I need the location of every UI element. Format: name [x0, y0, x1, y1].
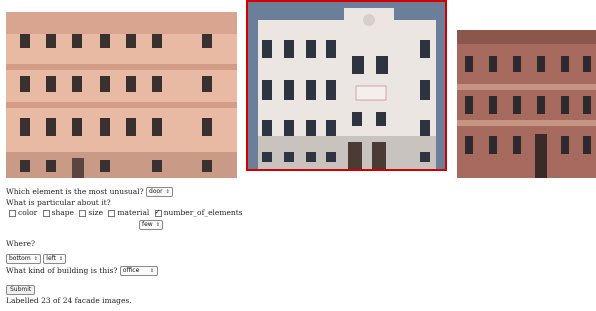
- where-horizontal-select[interactable]: left ⇕: [43, 254, 67, 264]
- question-building-label: What kind of building is this?: [6, 266, 118, 275]
- unusual-element-select[interactable]: door ⇕: [146, 187, 173, 197]
- question-building-row: What kind of building is this? office ⇕: [6, 266, 159, 276]
- checkbox-shape-label: shape: [51, 208, 74, 217]
- checkbox-shape[interactable]: [42, 209, 50, 217]
- select-arrows-icon: ⇕: [59, 256, 64, 262]
- checkbox-material-label: material: [117, 208, 150, 217]
- checkbox-color[interactable]: [9, 209, 16, 217]
- checkbox-material[interactable]: [108, 209, 116, 217]
- facade-image-3[interactable]: [457, 12, 596, 178]
- select-arrows-icon: ⇕: [155, 222, 160, 228]
- checkbox-number-of-elements[interactable]: [154, 207, 162, 217]
- checkbox-color-label: color: [18, 208, 38, 217]
- facade-image-1[interactable]: [6, 12, 237, 178]
- question-unusual-row: Which element is the most unusual? door ⇕: [6, 187, 173, 197]
- where-row: bottom ⇕ left ⇕: [6, 254, 67, 264]
- building-type-select[interactable]: office ⇕: [119, 266, 159, 276]
- select-arrows-icon: ⇕: [165, 189, 170, 195]
- count-select[interactable]: few ⇕: [139, 220, 163, 230]
- question-particular-label: What is particular about it?: [6, 198, 111, 207]
- question-where-label: Where?: [6, 239, 36, 248]
- count-row: few ⇕: [139, 220, 163, 230]
- status-text: Labelled 23 of 24 facade images.: [6, 296, 132, 305]
- checkbox-size-label: size: [88, 208, 104, 217]
- where-vertical-select[interactable]: bottom ⇕: [6, 254, 41, 264]
- checkbox-size[interactable]: [79, 209, 87, 217]
- submit-button[interactable]: Submit: [6, 285, 36, 295]
- facade-image-2[interactable]: [246, 0, 447, 171]
- particular-options: color shape size material number_of_elem…: [6, 207, 243, 218]
- select-arrows-icon: ⇕: [149, 268, 155, 274]
- question-unusual-label: Which element is the most unusual?: [6, 187, 144, 196]
- select-arrows-icon: ⇕: [33, 256, 38, 262]
- checkbox-number-of-elements-label: number_of_elements: [163, 208, 243, 217]
